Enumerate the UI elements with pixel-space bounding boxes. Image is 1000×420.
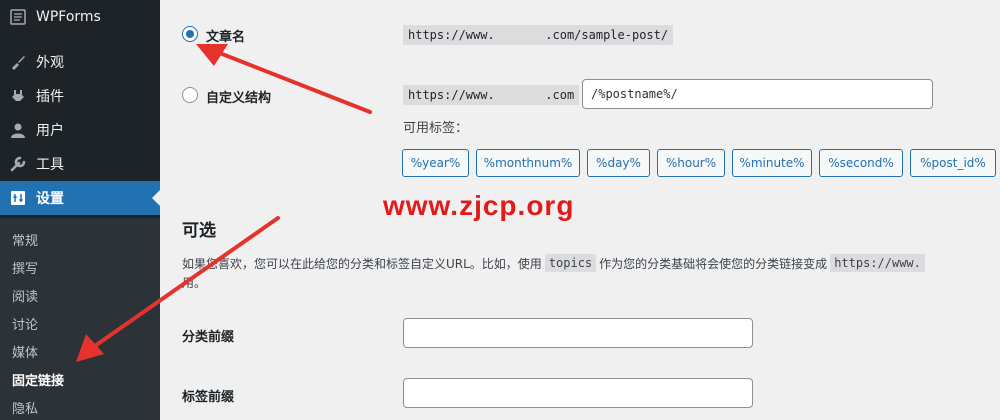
plugin-icon [0,87,36,105]
submenu-privacy[interactable]: 隐私 [12,398,38,417]
wpforms-icon [0,9,36,25]
description-continued: 用。 [182,276,207,290]
custom-structure-radio[interactable] [182,87,198,103]
menu-label: WPForms [36,9,101,25]
menu-item-tools[interactable]: 工具 [0,147,160,181]
wrench-icon [0,155,36,173]
submenu-media[interactable]: 媒体 [12,342,38,361]
menu-label: 外观 [36,55,64,71]
description-text: 如果您喜欢，您可以在此给您的分类和标签自定义URL。比如，使用 [182,256,542,271]
menu-label: 设置 [36,191,64,207]
tag-monthnum-button[interactable]: %monthnum% [476,149,580,177]
menu-item-appearance[interactable]: 外观 [0,45,160,79]
description-code-topics: topics [544,254,597,272]
settings-icon [0,190,36,206]
admin-sidebar: WPForms 外观 插件 用户 工具 设置 常规 撰写 阅读 讨论 媒体 固定… [0,0,160,420]
optional-description: 如果您喜欢，您可以在此给您的分类和标签自定义URL。比如，使用 topics 作… [182,254,1000,272]
tag-day-button[interactable]: %day% [587,149,650,177]
menu-label: 工具 [36,157,64,173]
watermark-text: www.zjcp.org [383,190,575,221]
tag-base-label: 标签前缀 [182,390,235,405]
post-name-radio[interactable] [182,26,198,42]
menu-item-settings[interactable]: 设置 [0,181,160,215]
menu-item-wpforms[interactable]: WPForms [0,0,160,34]
menu-label: 插件 [36,89,64,105]
category-base-input[interactable] [403,318,753,348]
tag-hour-button[interactable]: %hour% [657,149,725,177]
settings-submenu: 常规 撰写 阅读 讨论 媒体 固定链接 隐私 [0,218,160,420]
main-content: 文章名 https://www. .com/sample-post/ 自定义结构… [160,0,1000,420]
post-name-label: 文章名 [206,30,246,45]
menu-label: 用户 [36,123,64,139]
menu-item-users[interactable]: 用户 [0,113,160,147]
description-text-2: 作为您的分类基础将会使您的分类链接变成 [599,256,828,271]
tag-base-input[interactable] [403,378,753,408]
submenu-writing[interactable]: 撰写 [12,258,38,277]
submenu-reading[interactable]: 阅读 [12,286,38,305]
description-url: https://www. [830,254,925,272]
custom-base-url: https://www. .com [403,85,580,105]
user-icon [0,121,36,139]
tag-post-id-button[interactable]: %post_id% [910,149,996,177]
menu-item-plugins[interactable]: 插件 [0,79,160,113]
optional-heading: 可选 [182,221,216,241]
submenu-general[interactable]: 常规 [12,230,38,249]
tag-second-button[interactable]: %second% [819,149,903,177]
tag-year-button[interactable]: %year% [402,149,469,177]
post-name-url: https://www. .com/sample-post/ [403,25,674,45]
paintbrush-icon [0,53,36,71]
tag-minute-button[interactable]: %minute% [732,149,812,177]
available-tags-label: 可用标签： [403,121,469,136]
custom-structure-label: 自定义结构 [206,91,272,106]
custom-structure-input[interactable]: /%postname%/ [582,79,933,109]
submenu-discussion[interactable]: 讨论 [12,314,38,333]
submenu-permalinks[interactable]: 固定链接 [12,370,64,389]
category-base-label: 分类前缀 [182,330,235,345]
